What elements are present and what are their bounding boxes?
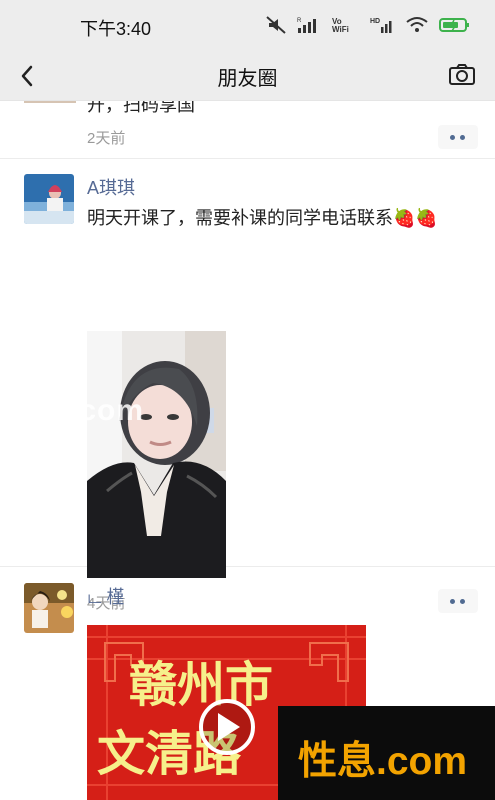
watermark-label: 性息.com (298, 740, 468, 783)
wechat-moments-screen: 下午3:40 R Vo WiFi HD 朋友圈 开，扫码享国 2天前 A琪琪 明… (0, 0, 495, 800)
mute-icon (266, 16, 286, 34)
partial-post: 开，扫码享国 2天前 (0, 101, 495, 159)
post-item: A琪琪 明天开课了，需要补课的同学电话联系🍓🍓 4天前 (0, 158, 495, 613)
moments-feed[interactable]: 开，扫码享国 2天前 A琪琪 明天开课了，需要补课的同学电话联系🍓🍓 4天前 ட… (0, 101, 495, 800)
partial-avatar (24, 101, 76, 103)
nav-bar: 朋友圈 (0, 52, 495, 101)
hd-signal-icon: HD (370, 18, 392, 33)
status-time: 下午3:40 (80, 19, 152, 39)
dot-icon (460, 135, 465, 140)
svg-text:R: R (297, 18, 302, 24)
battery-icon (439, 18, 469, 32)
left-watermark: 性息.com (8, 394, 145, 427)
partial-post-text: 开，扫码享国 (87, 101, 195, 115)
avatar-photo-icon (24, 583, 74, 633)
wifi-calling-icon: Vo WiFi (332, 17, 349, 34)
post-photo[interactable] (87, 331, 226, 578)
avatar[interactable] (24, 174, 74, 224)
status-icons: R Vo WiFi HD (265, 15, 471, 35)
avatar[interactable] (24, 583, 74, 633)
portrait-photo-icon (87, 331, 226, 578)
post-username[interactable]: A琪琪 (87, 174, 135, 200)
post-more-button[interactable] (438, 125, 478, 149)
post-username[interactable]: ட 槿 (87, 583, 124, 610)
camera-icon[interactable] (447, 60, 477, 90)
dot-icon (450, 135, 455, 140)
video-title-line-1: 赣州市 (129, 659, 273, 712)
status-bar: 下午3:40 R Vo WiFi HD (0, 0, 495, 52)
post-text: 明天开课了，需要补课的同学电话联系🍓🍓 (87, 208, 438, 228)
partial-post-time: 2天前 (87, 130, 126, 147)
signal-icon: R (297, 18, 316, 33)
wifi-icon (406, 17, 428, 32)
bottom-right-watermark: 性息.com (278, 706, 495, 800)
avatar-photo-icon (24, 174, 74, 224)
page-title: 朋友圈 (217, 68, 278, 90)
svg-text:HD: HD (370, 18, 380, 25)
svg-text:WiFi: WiFi (332, 25, 349, 34)
